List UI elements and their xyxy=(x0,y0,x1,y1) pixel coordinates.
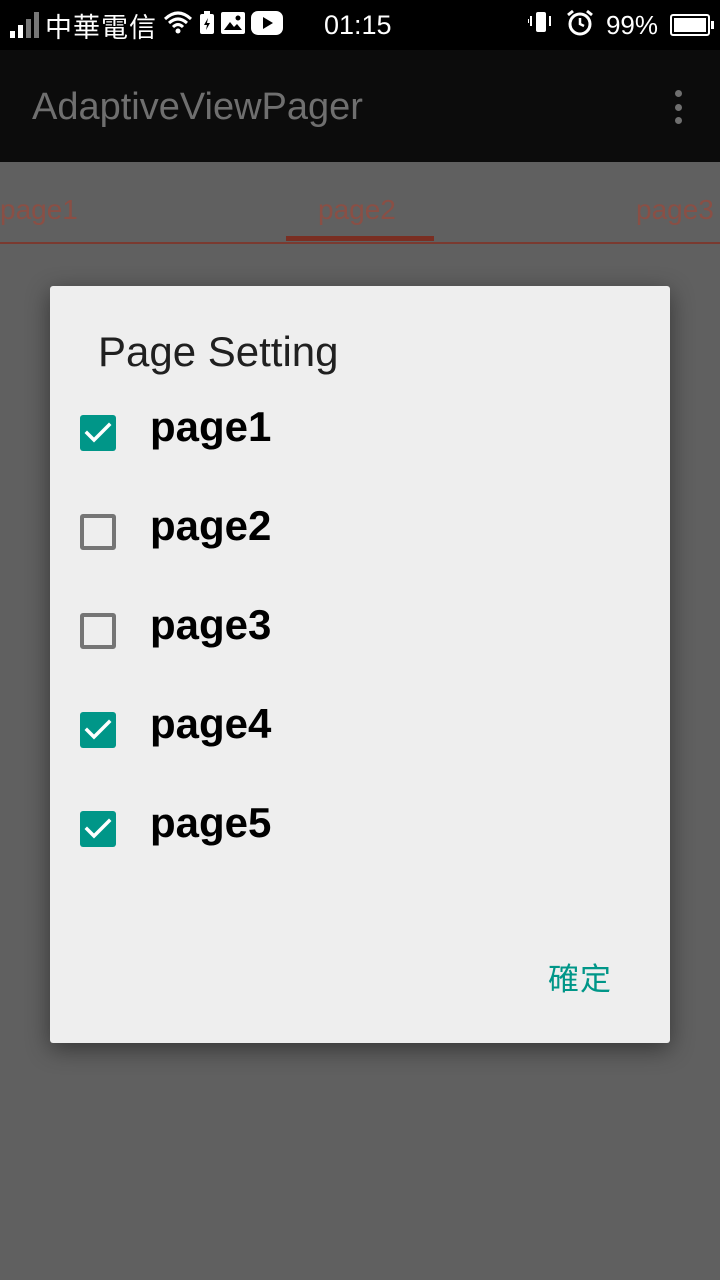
clock: 01:15 xyxy=(324,10,392,40)
checkbox-page2[interactable] xyxy=(80,514,116,550)
page-setting-dialog: Page Setting page1 page2 page3 page4 pag… xyxy=(50,286,670,1043)
status-bar: 中華電信 01:15 99% xyxy=(0,0,720,50)
battery-percent: 99% xyxy=(605,9,658,40)
status-left: 中華電信 xyxy=(10,0,283,50)
dialog-title: Page Setting xyxy=(98,328,339,375)
tab-page2[interactable]: page2 xyxy=(318,162,396,240)
app-title: AdaptiveViewPager xyxy=(32,86,363,128)
option-label: page1 xyxy=(150,403,272,450)
more-vert-icon[interactable] xyxy=(674,90,682,124)
tab-page1[interactable]: page1 xyxy=(0,162,78,240)
option-label: page2 xyxy=(150,502,272,549)
tab-bar: page1 page2 page3 xyxy=(0,162,720,244)
option-page3[interactable]: page3 xyxy=(50,601,670,703)
check-icon xyxy=(84,719,112,740)
confirm-button[interactable]: 確定 xyxy=(548,954,612,999)
option-label: page4 xyxy=(150,700,272,747)
youtube-icon xyxy=(251,10,283,40)
option-page4[interactable]: page4 xyxy=(50,700,670,802)
battery-icon xyxy=(670,14,714,36)
check-icon xyxy=(84,818,112,839)
tab-page3[interactable]: page3 xyxy=(636,162,714,240)
checkbox-page5[interactable] xyxy=(80,811,116,847)
option-page5[interactable]: page5 xyxy=(50,799,670,901)
checkbox-page4[interactable] xyxy=(80,712,116,748)
vibrate-icon xyxy=(526,10,554,41)
carrier-name: 中華電信 xyxy=(45,12,157,43)
option-label: page5 xyxy=(150,799,272,846)
checkbox-page3[interactable] xyxy=(80,613,116,649)
image-icon xyxy=(221,11,245,39)
battery-saver-icon xyxy=(199,10,215,40)
option-page2[interactable]: page2 xyxy=(50,502,670,604)
option-label: page3 xyxy=(150,601,272,648)
app-bar: AdaptiveViewPager xyxy=(0,50,720,162)
wifi-icon xyxy=(163,11,193,40)
battery-level xyxy=(674,18,706,32)
tab-indicator xyxy=(286,236,434,241)
alarm-icon xyxy=(566,9,594,42)
signal-icon xyxy=(10,12,39,38)
check-icon xyxy=(84,422,112,443)
checkbox-page1[interactable] xyxy=(80,415,116,451)
status-right: 99% xyxy=(526,0,714,50)
option-page1[interactable]: page1 xyxy=(50,403,670,505)
